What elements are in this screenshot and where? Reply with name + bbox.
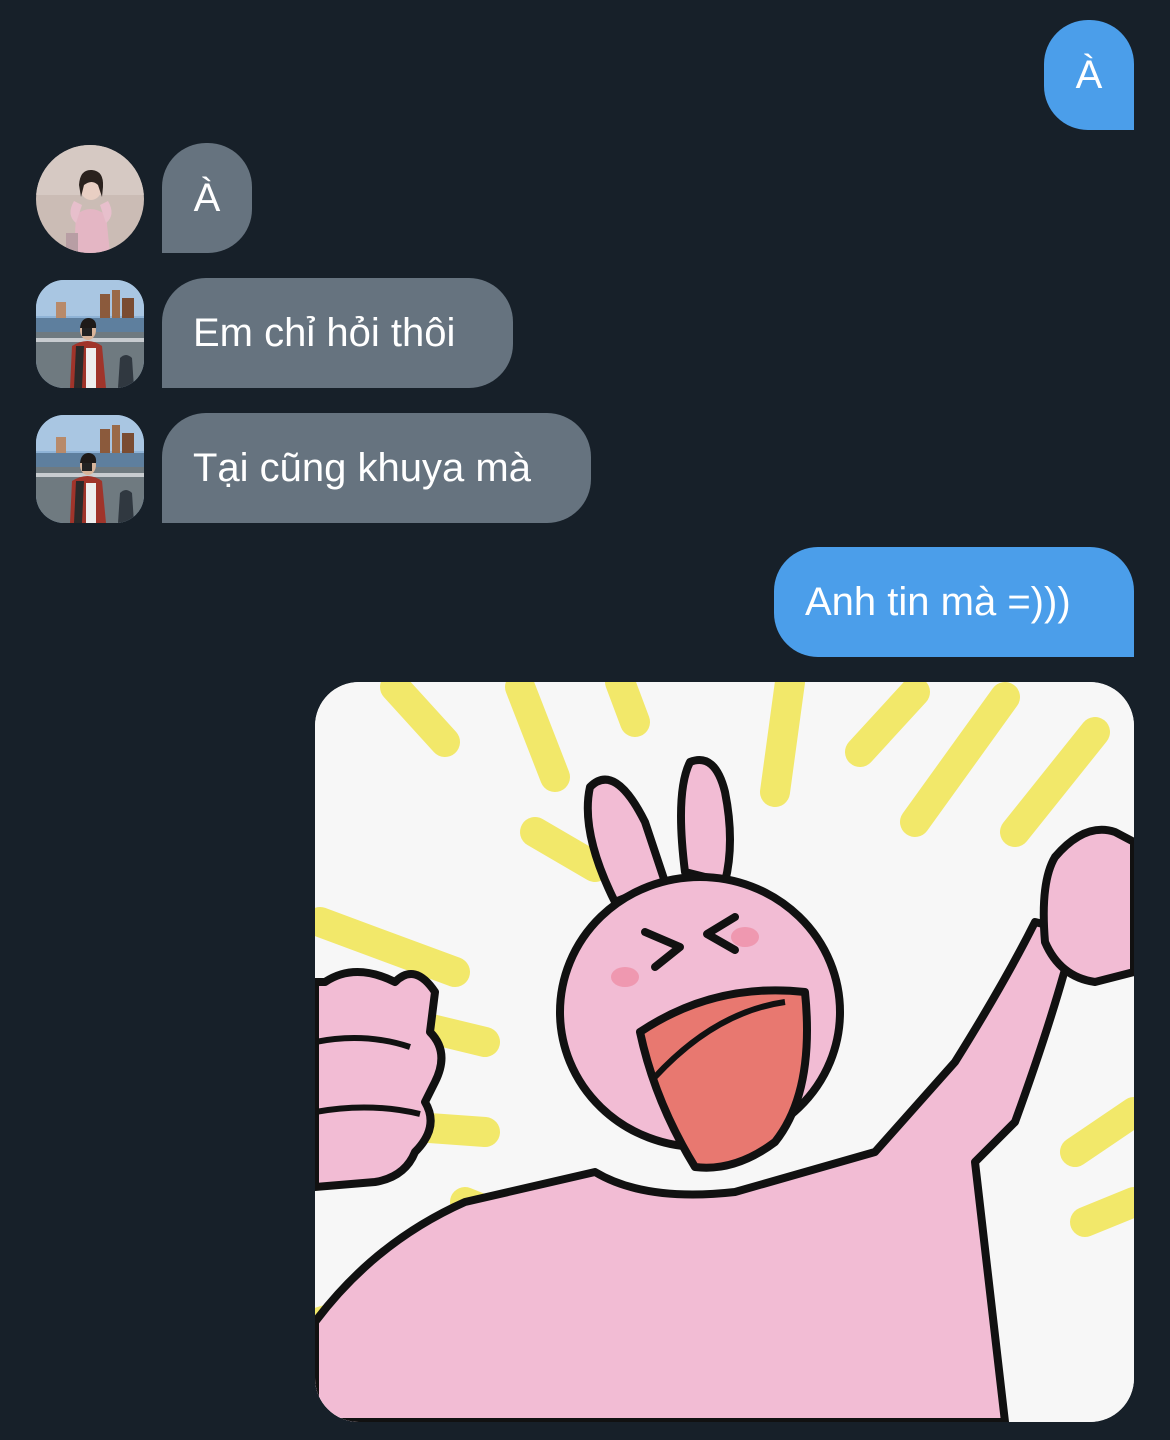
pink-rabbit-cheering-sticker[interactable] — [315, 682, 1134, 1422]
incoming-message-bubble[interactable]: Em chỉ hỏi thôi — [162, 278, 513, 388]
message-text: Anh tin mà =))) — [805, 579, 1071, 624]
boy-avatar[interactable] — [36, 415, 144, 523]
boy-avatar-photo — [36, 415, 144, 523]
message-text: Tại cũng khuya mà — [193, 445, 531, 490]
message-text: À — [193, 175, 221, 220]
sticker-illustration — [315, 682, 1134, 1422]
incoming-message-bubble[interactable]: À — [162, 143, 252, 253]
girl-avatar[interactable] — [36, 145, 144, 253]
girl-avatar-photo — [36, 145, 144, 253]
boy-avatar-photo — [36, 280, 144, 388]
message-text: Em chỉ hỏi thôi — [193, 310, 456, 355]
outgoing-message-bubble[interactable]: Anh tin mà =))) — [774, 547, 1134, 657]
outgoing-message-bubble[interactable]: À — [1044, 20, 1134, 130]
message-text: À — [1075, 52, 1103, 97]
boy-avatar[interactable] — [36, 280, 144, 388]
chat-thread: À À Em chỉ hỏi thôi Tại cũng khuya mà An… — [0, 0, 1170, 1440]
incoming-message-bubble[interactable]: Tại cũng khuya mà — [162, 413, 591, 523]
